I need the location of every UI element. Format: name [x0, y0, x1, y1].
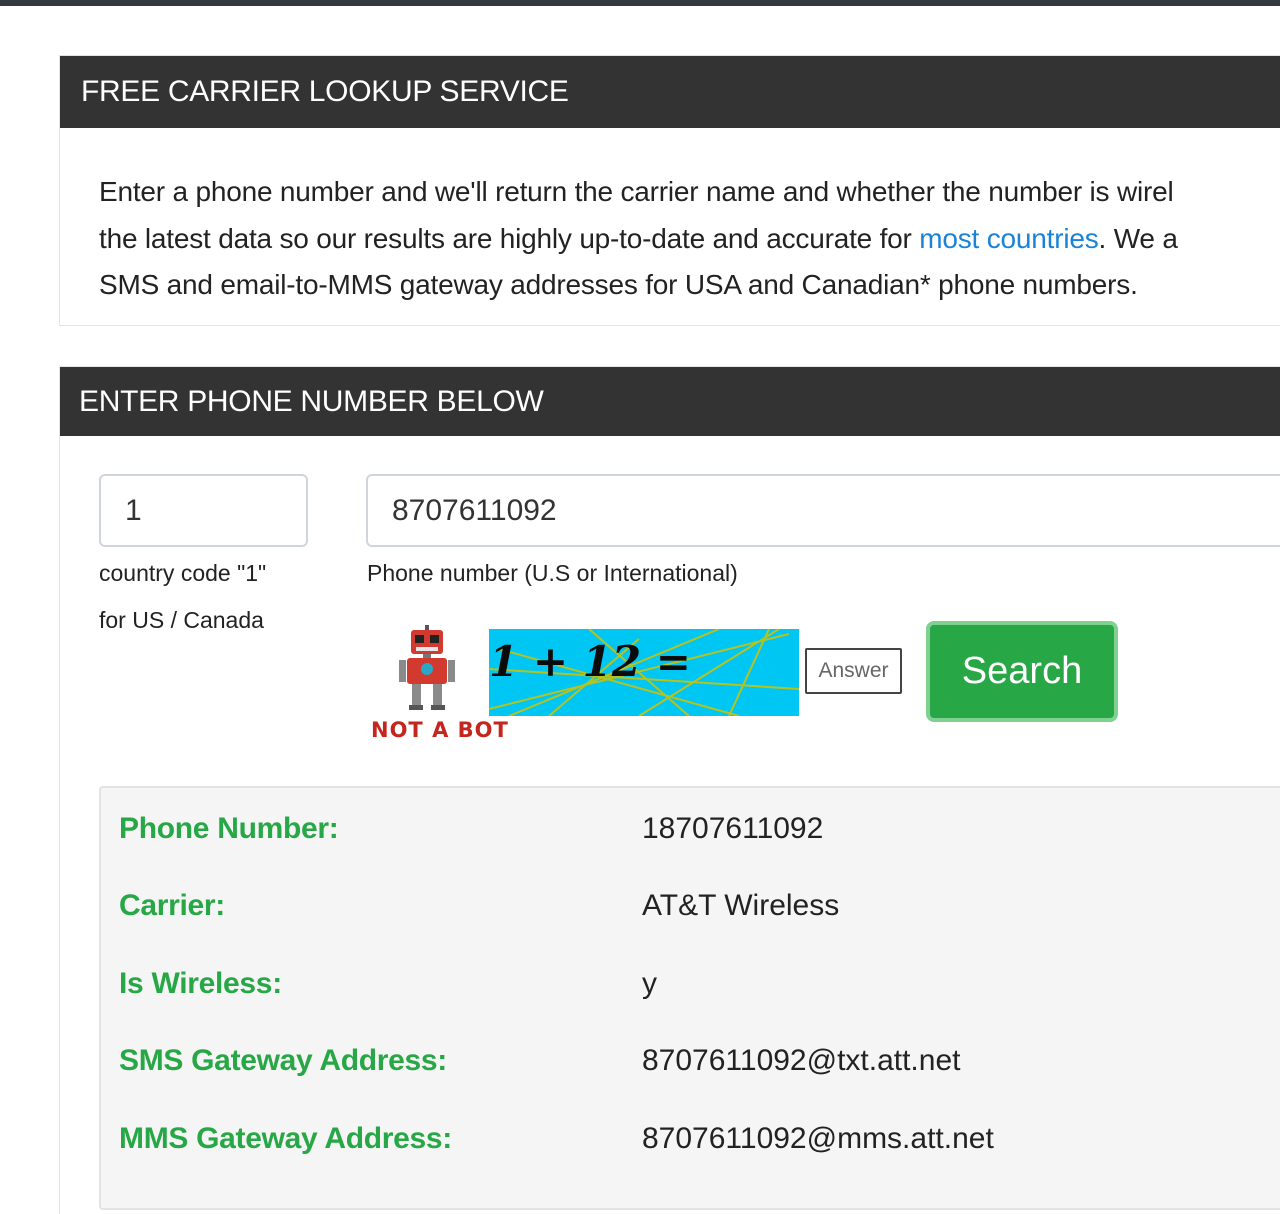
top-bar	[0, 0, 1280, 6]
intro-line-2: the latest data so our results are highl…	[99, 216, 1280, 263]
country-code-help: country code "1" for US / Canada	[99, 550, 266, 644]
intro-description: Enter a phone number and we'll return th…	[99, 169, 1280, 309]
result-label: Carrier:	[119, 889, 225, 922]
intro-line-3: SMS and email-to-MMS gateway addresses f…	[99, 269, 1138, 300]
form-panel-title: ENTER PHONE NUMBER BELOW	[60, 367, 1280, 436]
captcha-question: 1 + 12 =	[489, 637, 691, 686]
result-row: Carrier: AT&T Wireless	[101, 881, 1280, 931]
most-countries-link[interactable]: most countries	[919, 223, 1098, 254]
result-label: Is Wireless:	[119, 967, 282, 1000]
result-label: SMS Gateway Address:	[119, 1044, 447, 1077]
country-code-help-line-1: country code "1"	[99, 560, 267, 586]
result-value: AT&T Wireless	[642, 889, 840, 922]
intro-panel-title: FREE CARRIER LOOKUP SERVICE	[60, 56, 1280, 128]
captcha-answer-input[interactable]: Answer	[805, 648, 902, 694]
result-label: MMS Gateway Address:	[119, 1122, 452, 1155]
intro-line-1: Enter a phone number and we'll return th…	[99, 176, 1174, 207]
not-a-bot-badge: NOT A BOT	[371, 718, 509, 742]
result-value: y	[642, 967, 657, 1000]
lookup-form-panel: ENTER PHONE NUMBER BELOW 1 country code …	[59, 366, 1280, 1214]
result-row: MMS Gateway Address: 8707611092@mms.att.…	[101, 1114, 1280, 1164]
intro-panel: FREE CARRIER LOOKUP SERVICE Enter a phon…	[59, 55, 1280, 326]
country-code-input[interactable]: 1	[99, 474, 308, 547]
result-value: 8707611092@txt.att.net	[642, 1044, 961, 1077]
intro-line-2-tail: . We a	[1098, 222, 1178, 254]
phone-number-input[interactable]: 8707611092	[366, 474, 1280, 547]
captcha-image: 1 + 12 =	[489, 629, 799, 716]
results-table: Phone Number: 18707611092 Carrier: AT&T …	[99, 786, 1280, 1210]
result-value: 18707611092	[642, 812, 824, 845]
phone-number-help: Phone number (U.S or International)	[367, 560, 738, 586]
result-row: Is Wireless: y	[101, 959, 1280, 1009]
result-value: 8707611092@mms.att.net	[642, 1122, 994, 1155]
intro-line-2-text: the latest data so our results are highl…	[99, 222, 920, 254]
robot-icon	[399, 625, 455, 710]
country-code-help-line-2: for US / Canada	[99, 607, 264, 633]
result-label: Phone Number:	[119, 812, 339, 845]
result-row: Phone Number: 18707611092	[101, 804, 1280, 854]
result-row: SMS Gateway Address: 8707611092@txt.att.…	[101, 1036, 1280, 1086]
search-button[interactable]: Search	[926, 621, 1118, 722]
